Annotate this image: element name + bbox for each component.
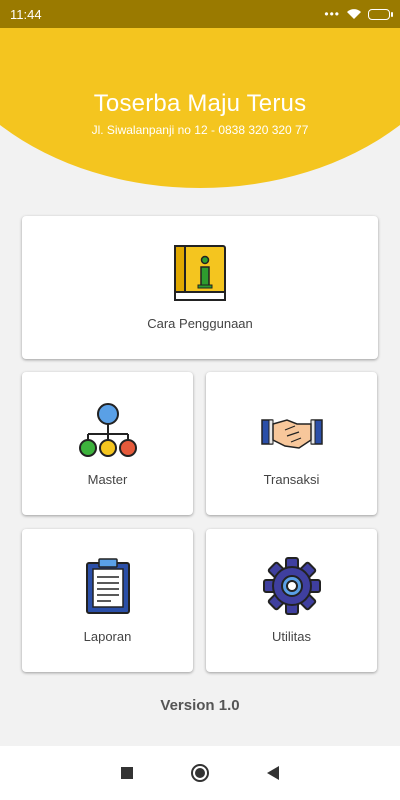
square-icon — [120, 767, 133, 779]
handshake-icon — [260, 419, 323, 449]
wifi-icon — [347, 9, 361, 19]
store-address: Jl. Siwalanpanji no 12 - 0838 320 320 77 — [91, 123, 309, 137]
transaction-card[interactable]: Transaksi — [206, 372, 377, 515]
info-book-icon — [174, 245, 226, 301]
circle-icon — [190, 764, 209, 782]
utility-label: Utilitas — [271, 629, 311, 644]
status-icons: ••• — [324, 7, 393, 21]
report-card[interactable]: Laporan — [22, 529, 193, 672]
report-label: Laporan — [83, 629, 132, 644]
transaction-label: Transaksi — [263, 472, 320, 487]
master-card[interactable]: Master — [22, 372, 193, 515]
header: Toserba Maju Terus Jl. Siwalanpanji no 1… — [0, 28, 400, 188]
recent-apps-button[interactable] — [112, 758, 142, 788]
status-time: 11:44 — [10, 6, 42, 22]
battery-icon — [368, 8, 393, 20]
home-button[interactable] — [185, 758, 215, 788]
version-text: Version 1.0 — [160, 697, 240, 714]
navigation-bar — [0, 746, 400, 800]
hierarchy-icon — [78, 403, 137, 457]
guide-card[interactable]: Cara Penggunaan — [22, 216, 378, 359]
status-bar: 11:44 ••• — [0, 0, 400, 28]
back-triangle-icon — [267, 766, 280, 780]
gear-icon — [262, 557, 321, 615]
back-button[interactable] — [258, 758, 288, 788]
guide-label: Cara Penggunaan — [147, 316, 253, 331]
store-title: Toserba Maju Terus — [93, 90, 307, 117]
notification-dots-icon: ••• — [324, 7, 340, 21]
utility-card[interactable]: Utilitas — [206, 529, 377, 672]
clipboard-icon — [85, 558, 130, 614]
master-label: Master — [87, 472, 128, 487]
